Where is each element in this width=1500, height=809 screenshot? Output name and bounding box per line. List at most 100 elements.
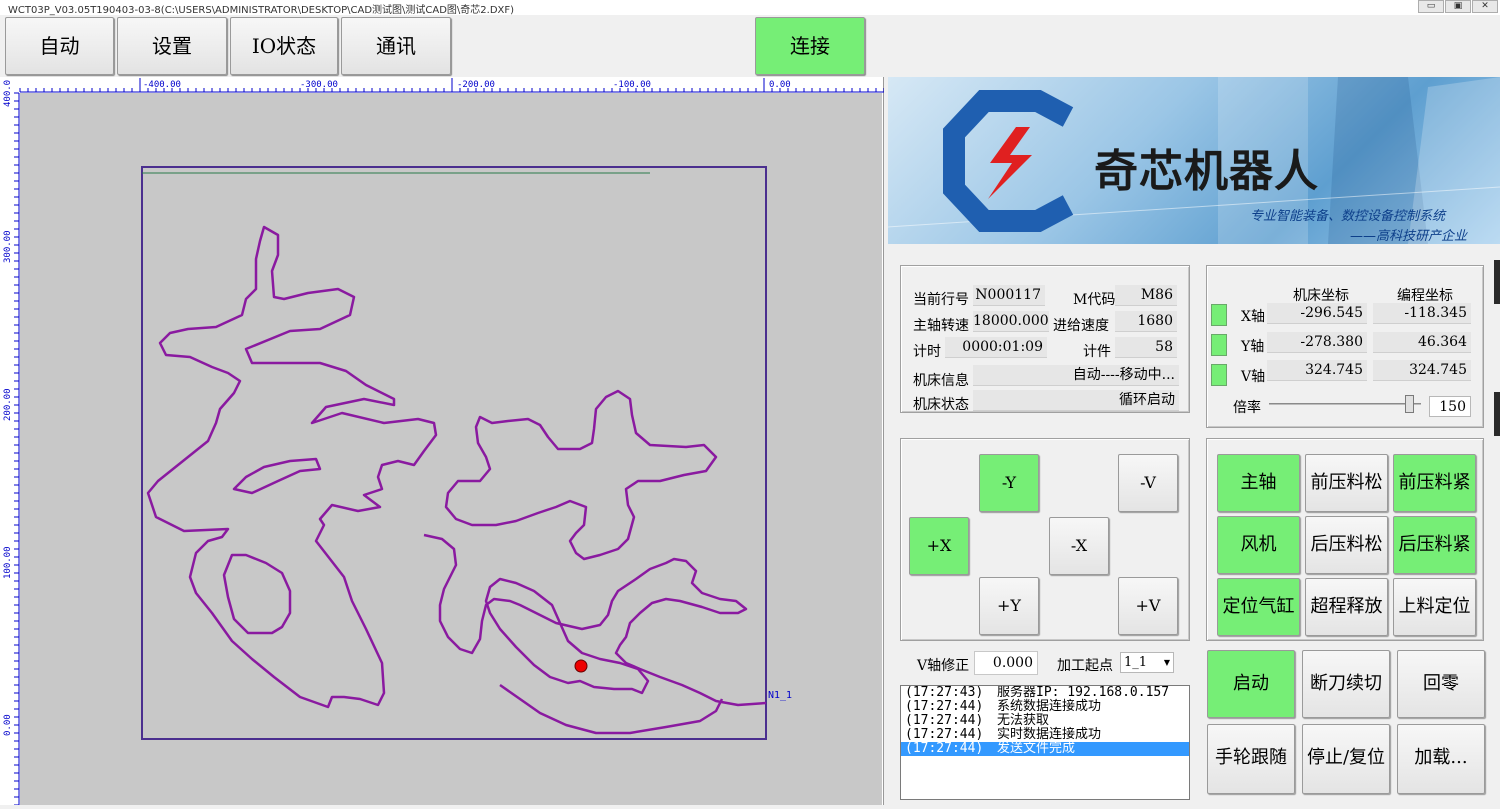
slogan-line-2: ——高科技研产企业: [1350, 229, 1468, 244]
log-rows: (17:27:43) 服务器IP: 192.168.0.157 (17:27:44)…: [901, 686, 1189, 756]
start-point-label: 加工起点: [1057, 658, 1113, 674]
jog-minus-v-button[interactable]: -V: [1118, 454, 1178, 512]
machine-state-label: 机床状态: [913, 397, 969, 413]
right-edge-marker: [1494, 260, 1500, 304]
jog-plus-v-button[interactable]: +V: [1118, 577, 1178, 635]
function-button[interactable]: 后压料松: [1305, 516, 1388, 574]
cad-view[interactable]: -400.00 -300.00 -200.00 -100.00 0.00 400…: [0, 77, 884, 805]
log-time: (17:27:44): [905, 727, 984, 742]
machine-status-panel: 当前行号 N000117 M代码 M86 主轴转速 18000.000 进给速度…: [900, 265, 1190, 413]
v-fix-label: V轴修正: [917, 658, 970, 674]
machine-coord-header: 机床坐标: [1293, 288, 1349, 304]
message-log[interactable]: (17:27:43) 服务器IP: 192.168.0.157 (17:27:44)…: [900, 685, 1190, 800]
rate-value: 150: [1429, 396, 1471, 417]
function-button[interactable]: 后压料紧: [1393, 516, 1476, 574]
jog-minus-y-button[interactable]: -Y: [979, 454, 1039, 512]
ruler-y-label: 100.00: [3, 546, 13, 579]
resume-cut-button[interactable]: 断刀续切: [1302, 650, 1390, 718]
glyph-xin-dot: [484, 577, 650, 695]
start-point-select[interactable]: 1_1 ▼: [1120, 652, 1174, 673]
company-banner: 奇芯机器人 专业智能装备、数控设备控制系统 ——高科技研产企业: [888, 77, 1500, 244]
function-button[interactable]: 风机: [1217, 516, 1300, 574]
log-message: 发送文件完成: [997, 741, 1076, 756]
toolpath-drawing: N1_1: [141, 166, 792, 740]
company-logo: [943, 90, 1074, 232]
connect-button[interactable]: 连接: [755, 17, 865, 75]
horizontal-ruler: -400.00 -300.00 -200.00 -100.00 0.00: [19, 78, 884, 93]
jog-plus-x-button[interactable]: +X: [909, 517, 969, 575]
v-fix-input[interactable]: 0.000: [974, 651, 1038, 675]
count-value: 58: [1115, 337, 1177, 358]
ruler-y-label: 0.00: [3, 714, 13, 736]
feed-rate-value: 1680: [1115, 311, 1177, 332]
rate-slider[interactable]: [1269, 395, 1421, 413]
rate-slider-thumb[interactable]: [1405, 395, 1414, 413]
machine-info-value: 自动----移动中...: [973, 365, 1179, 386]
coordinate-panel: 机床坐标 编程坐标 X轴 -296.545 -118.345 Y轴 -278.3…: [1206, 265, 1484, 428]
glyph-qi-outline: [146, 225, 438, 709]
line-number-label: 当前行号: [913, 292, 969, 308]
handwheel-follow-button[interactable]: 手轮跟随: [1207, 724, 1295, 794]
restore-button[interactable]: ▣: [1445, 0, 1471, 13]
function-button[interactable]: 主轴: [1217, 454, 1300, 512]
jog-plus-y-button[interactable]: +Y: [979, 577, 1039, 635]
ruler-y-label: 300.00: [3, 230, 13, 263]
function-button[interactable]: 超程释放: [1305, 578, 1388, 636]
timer-label: 计时: [913, 344, 941, 360]
log-message: 系统数据连接成功: [997, 699, 1102, 714]
function-button[interactable]: 前压料松: [1305, 454, 1388, 512]
rate-label: 倍率: [1233, 400, 1261, 416]
path-label: N1_1: [768, 690, 792, 701]
jog-minus-x-button[interactable]: -X: [1049, 517, 1109, 575]
v-machine-coord: 324.745: [1267, 360, 1367, 381]
tool-position-marker: [574, 659, 588, 673]
glyph-qi-inner: [232, 457, 322, 495]
log-entry[interactable]: (17:27:44) 无法获取: [901, 714, 1189, 728]
y-program-coord: 46.364: [1373, 332, 1471, 353]
function-button[interactable]: 定位气缸: [1217, 578, 1300, 636]
minimize-button[interactable]: ▭: [1418, 0, 1444, 13]
home-button[interactable]: 回零: [1397, 650, 1485, 718]
settings-button[interactable]: 设置: [117, 17, 227, 75]
glyph-xin-heart: [423, 533, 767, 707]
glyph-xin-top: [444, 389, 718, 561]
v-axis-label: V轴: [1241, 369, 1266, 385]
close-button[interactable]: ✕: [1472, 0, 1498, 13]
right-edge-marker: [1494, 392, 1500, 436]
x-axis-indicator: [1211, 304, 1227, 326]
auto-button[interactable]: 自动: [5, 17, 114, 75]
program-coord-header: 编程坐标: [1397, 288, 1453, 304]
ruler-x-label: -300.00: [300, 80, 338, 90]
function-button[interactable]: 上料定位: [1393, 578, 1476, 636]
timer-value: 0000:01:09: [945, 337, 1047, 358]
mcode-label: M代码: [1073, 292, 1116, 308]
log-time: (17:27:43): [905, 685, 984, 700]
count-label: 计件: [1083, 344, 1111, 360]
dropdown-arrow-icon[interactable]: ▼: [1164, 653, 1170, 672]
function-button[interactable]: 前压料紧: [1393, 454, 1476, 512]
log-entry[interactable]: (17:27:44) 系统数据连接成功: [901, 700, 1189, 714]
machine-info-label: 机床信息: [913, 373, 969, 389]
window-title: WCT03P_V03.05T190403-03-8(C:\USERS\ADMIN…: [8, 5, 515, 16]
log-time: (17:27:44): [905, 741, 984, 756]
stop-reset-button[interactable]: 停止/复位: [1302, 724, 1390, 794]
spindle-speed-value: 18000.000: [973, 311, 1049, 332]
log-entry[interactable]: (17:27:43) 服务器IP: 192.168.0.157: [901, 686, 1189, 700]
log-entry[interactable]: (17:27:44) 实时数据连接成功: [901, 728, 1189, 742]
x-program-coord: -118.345: [1373, 303, 1471, 324]
glyph-xin-tail: [499, 683, 724, 735]
jog-panel: -Y -V +X -X +Y +V: [900, 438, 1190, 641]
load-button[interactable]: 加载...: [1397, 724, 1485, 794]
ruler-x-label: 0.00: [769, 80, 791, 90]
drawing-area[interactable]: N1_1: [20, 93, 882, 805]
log-time: (17:27:44): [905, 713, 984, 728]
ruler-y-label: 400.0: [3, 80, 13, 107]
log-entry[interactable]: (17:27:44) 发送文件完成: [901, 742, 1189, 756]
ruler-x-label: -200.00: [457, 80, 495, 90]
io-status-button[interactable]: IO状态: [230, 17, 338, 75]
start-button[interactable]: 启动: [1207, 650, 1295, 718]
v-axis-indicator: [1211, 364, 1227, 386]
company-name: 奇芯机器人: [1094, 146, 1319, 197]
comm-button[interactable]: 通讯: [341, 17, 451, 75]
start-point-value: 1_1: [1124, 655, 1148, 670]
